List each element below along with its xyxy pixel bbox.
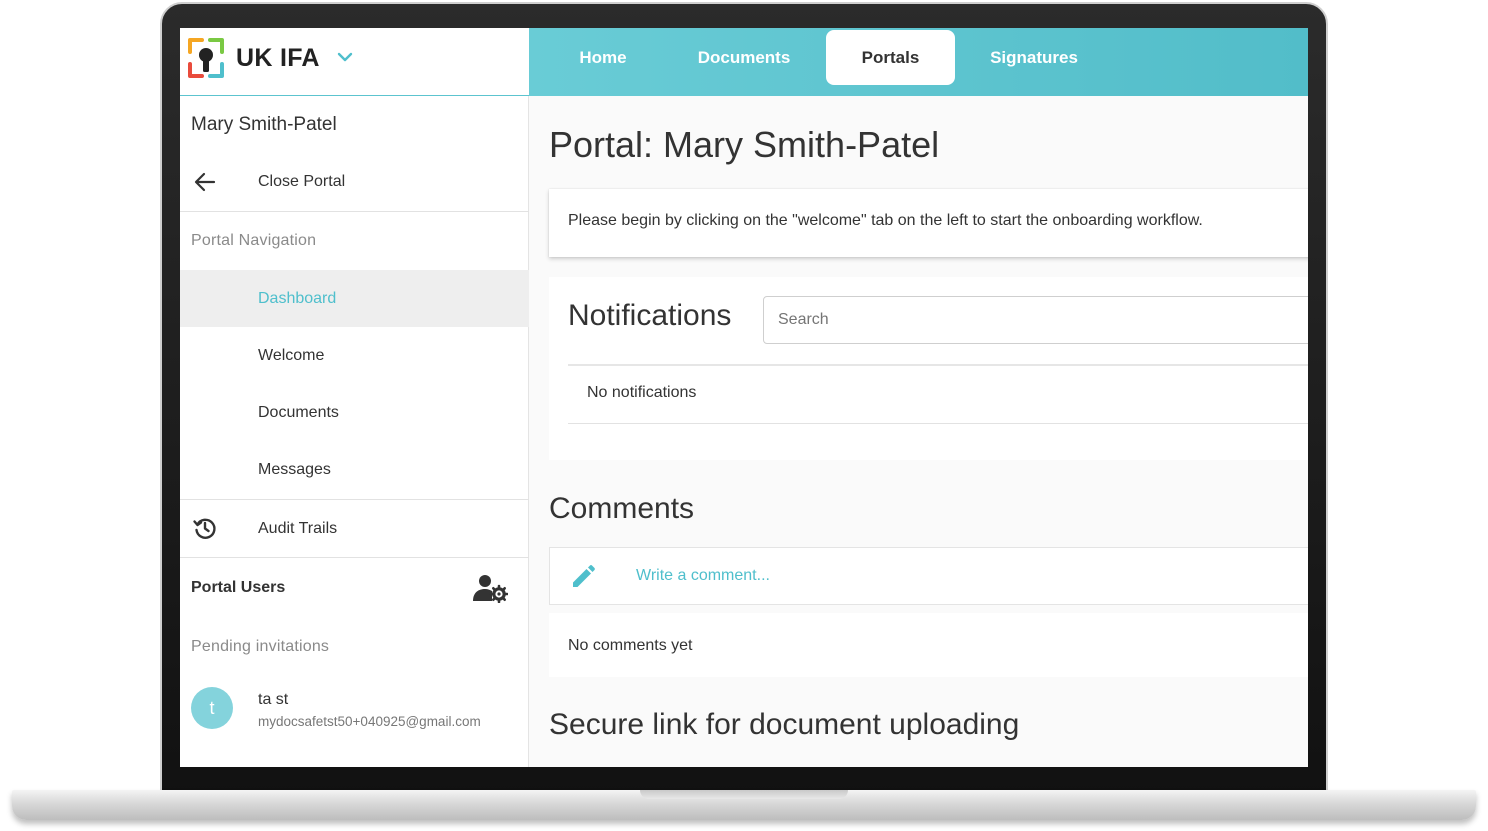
comments-empty: No comments yet <box>568 637 693 654</box>
tab-home[interactable]: Home <box>553 30 653 85</box>
history-icon <box>193 518 216 539</box>
top-navigation: Home Documents Portals Signatures <box>529 28 1308 96</box>
onboarding-alert: Please begin by clicking on the "welcome… <box>549 189 1308 257</box>
avatar: t <box>191 687 233 729</box>
sidebar-item-audit-trails[interactable]: Audit Trails <box>180 500 529 557</box>
tab-documents[interactable]: Documents <box>679 30 809 85</box>
brand-name: UK IFA <box>236 44 320 72</box>
write-comment-prompt: Write a comment... <box>636 567 770 584</box>
main-content: Portal: Mary Smith-Patel Please begin by… <box>529 96 1308 767</box>
pencil-icon <box>573 565 595 587</box>
sidebar-divider <box>180 211 529 212</box>
tab-portals[interactable]: Portals <box>826 30 955 85</box>
manage-users-icon[interactable] <box>472 573 508 603</box>
sidebar-user-name: Mary Smith-Patel <box>191 114 337 135</box>
alert-text: Please begin by clicking on the "welcome… <box>568 212 1203 229</box>
sidebar-item-label: Messages <box>258 461 331 478</box>
close-portal-label: Close Portal <box>258 173 346 190</box>
sidebar-item-welcome[interactable]: Welcome <box>180 327 529 384</box>
portal-navigation-title: Portal Navigation <box>191 232 317 249</box>
sidebar-item-label: Dashboard <box>258 290 337 307</box>
sidebar-divider <box>180 557 529 558</box>
divider <box>568 364 1308 366</box>
portal-users-title: Portal Users <box>191 579 286 596</box>
close-portal-button[interactable]: Close Portal <box>180 153 529 210</box>
sidebar-item-documents[interactable]: Documents <box>180 384 529 441</box>
sidebar-item-label: Welcome <box>258 347 325 364</box>
search-input[interactable] <box>763 296 1308 344</box>
sidebar: UK IFA Mary Smith-Patel Close Portal Por… <box>180 28 529 767</box>
tab-signatures[interactable]: Signatures <box>969 30 1099 85</box>
sidebar-item-messages[interactable]: Messages <box>180 441 529 498</box>
comments-list: No comments yet <box>549 613 1308 677</box>
divider <box>568 423 1308 424</box>
write-comment-button[interactable]: Write a comment... <box>549 547 1308 605</box>
app-screen: UK IFA Mary Smith-Patel Close Portal Por… <box>180 28 1308 767</box>
secure-link-title: Secure link for document uploading <box>549 708 1020 741</box>
sidebar-item-dashboard[interactable]: Dashboard <box>180 270 529 327</box>
sidebar-item-label: Audit Trails <box>258 520 338 537</box>
comments-title: Comments <box>549 492 695 525</box>
brand-header: UK IFA <box>180 28 529 96</box>
invite-email: mydocsafetst50+040925@gmail.com <box>258 714 481 729</box>
sidebar-item-label: Documents <box>258 404 339 421</box>
notifications-card: Notifications No notifications <box>549 277 1308 460</box>
laptop-notch <box>640 790 848 799</box>
chevron-down-icon[interactable] <box>336 48 354 66</box>
arrow-left-icon <box>194 172 216 192</box>
notifications-title: Notifications <box>568 299 732 332</box>
page-title: Portal: Mary Smith-Patel <box>549 124 940 165</box>
pending-invitations-title: Pending invitations <box>191 638 330 655</box>
logo-icon <box>188 38 224 78</box>
notifications-empty: No notifications <box>587 384 697 401</box>
invite-name[interactable]: ta st <box>258 691 288 709</box>
